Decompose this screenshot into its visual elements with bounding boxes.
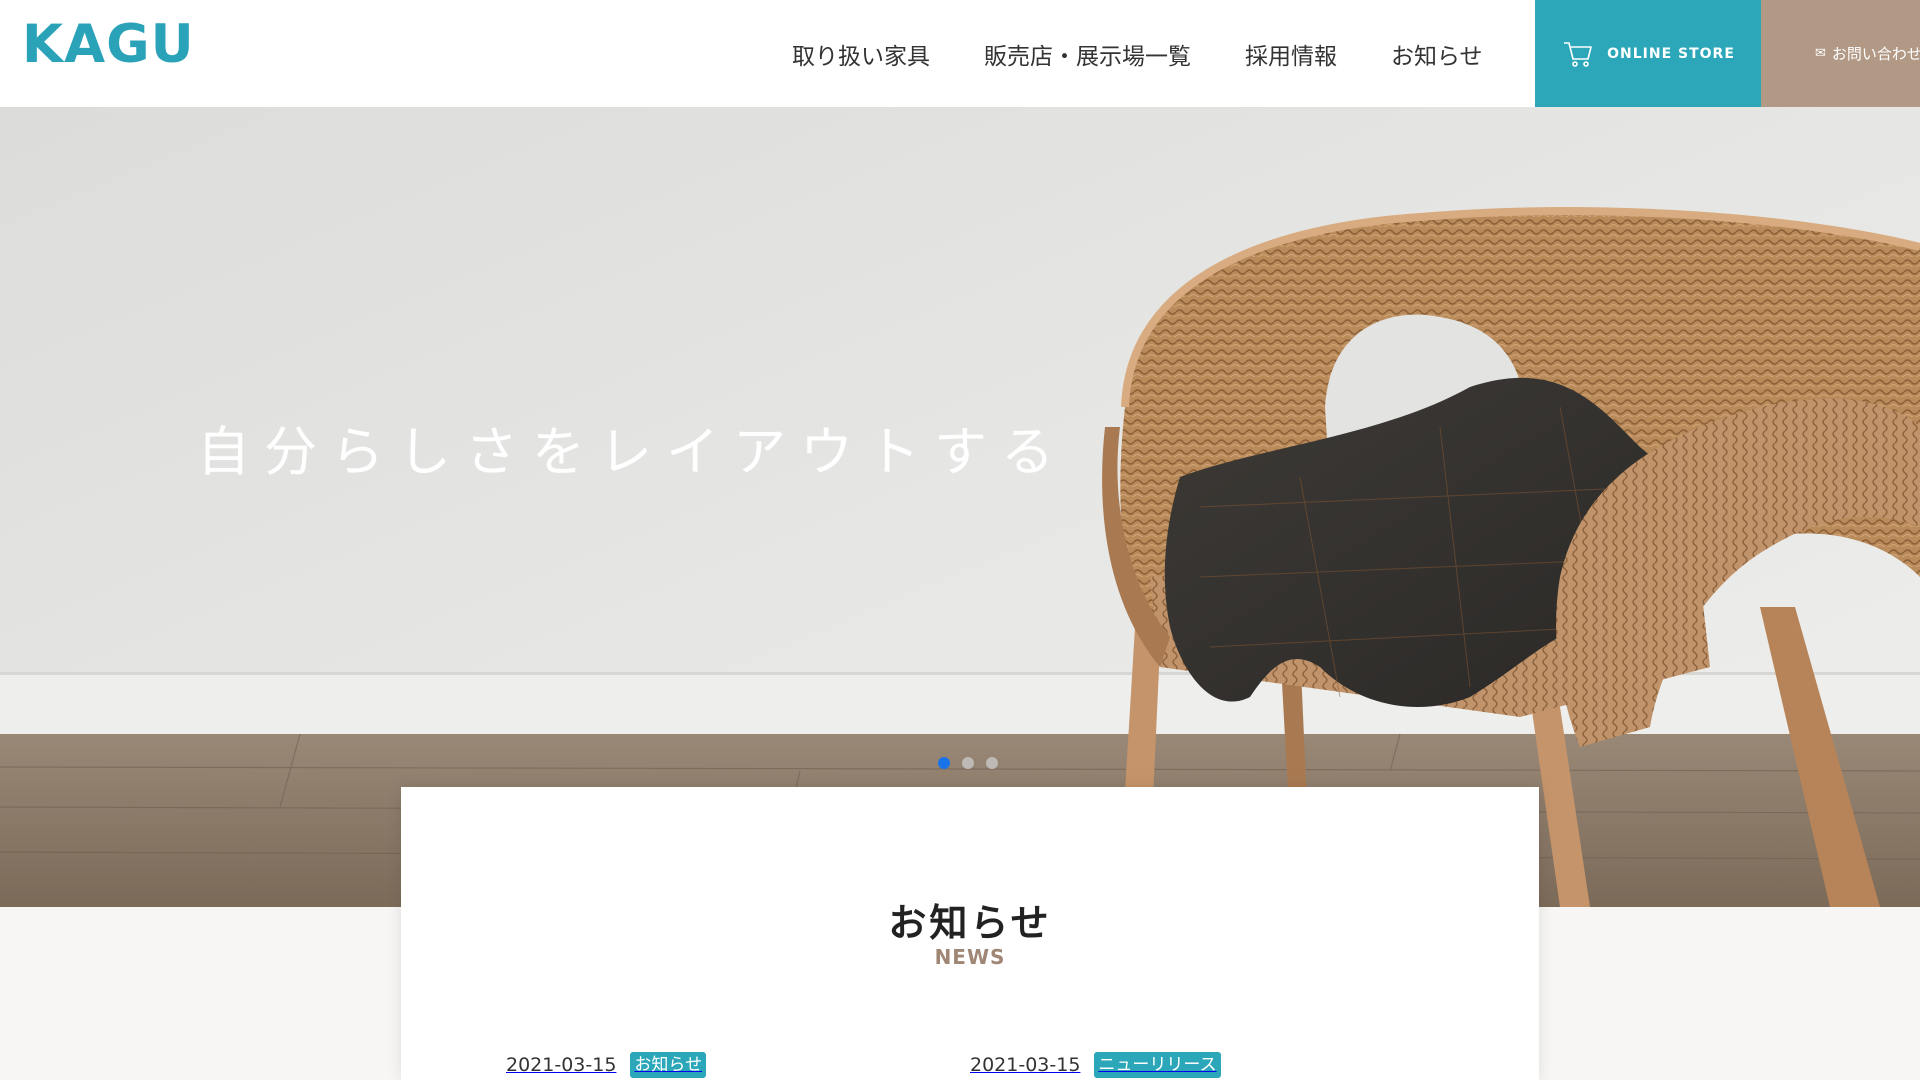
slider-dot-2[interactable] bbox=[962, 757, 974, 769]
slider-pagination bbox=[938, 757, 998, 769]
news-tag: お知らせ bbox=[630, 1052, 707, 1078]
nav-item-recruit[interactable]: 採用情報 bbox=[1245, 37, 1337, 71]
online-store-button[interactable]: ONLINE STORE bbox=[1535, 0, 1761, 107]
hero-catchphrase: 自分らしさをレイアウトする bbox=[197, 422, 1068, 483]
site-logo[interactable]: KAGU bbox=[22, 14, 195, 75]
contact-label: お問い合わせ bbox=[1831, 45, 1920, 63]
contact-button[interactable]: ✉ お問い合わせ bbox=[1761, 0, 1920, 107]
news-tag: ニューリリース bbox=[1094, 1052, 1221, 1078]
nav-item-stores[interactable]: 販売店・展示場一覧 bbox=[984, 37, 1191, 71]
site-header: KAGU 取り扱い家具 販売店・展示場一覧 採用情報 お知らせ ONLINE S… bbox=[0, 0, 1920, 107]
news-item[interactable]: 2021-03-15 ニューリリース bbox=[970, 1052, 1221, 1078]
slider-dot-3[interactable] bbox=[986, 757, 998, 769]
slider-dot-1[interactable] bbox=[938, 757, 950, 769]
mail-icon: ✉ bbox=[1815, 46, 1826, 61]
nav-item-furniture[interactable]: 取り扱い家具 bbox=[792, 37, 930, 71]
news-title: お知らせ bbox=[888, 901, 1052, 945]
news-date: 2021-03-15 bbox=[970, 1054, 1081, 1076]
nav-item-news[interactable]: お知らせ bbox=[1391, 37, 1483, 71]
main-nav: 取り扱い家具 販売店・展示場一覧 採用情報 お知らせ bbox=[792, 0, 1537, 107]
news-date: 2021-03-15 bbox=[506, 1054, 617, 1076]
news-section: お知らせ NEWS 2021-03-15 お知らせ 2021-03-15 ニュー… bbox=[401, 787, 1539, 1080]
cart-icon bbox=[1564, 41, 1592, 67]
news-subtitle: NEWS bbox=[934, 945, 1006, 969]
news-item[interactable]: 2021-03-15 お知らせ bbox=[506, 1052, 707, 1078]
online-store-label: ONLINE STORE bbox=[1607, 45, 1735, 62]
